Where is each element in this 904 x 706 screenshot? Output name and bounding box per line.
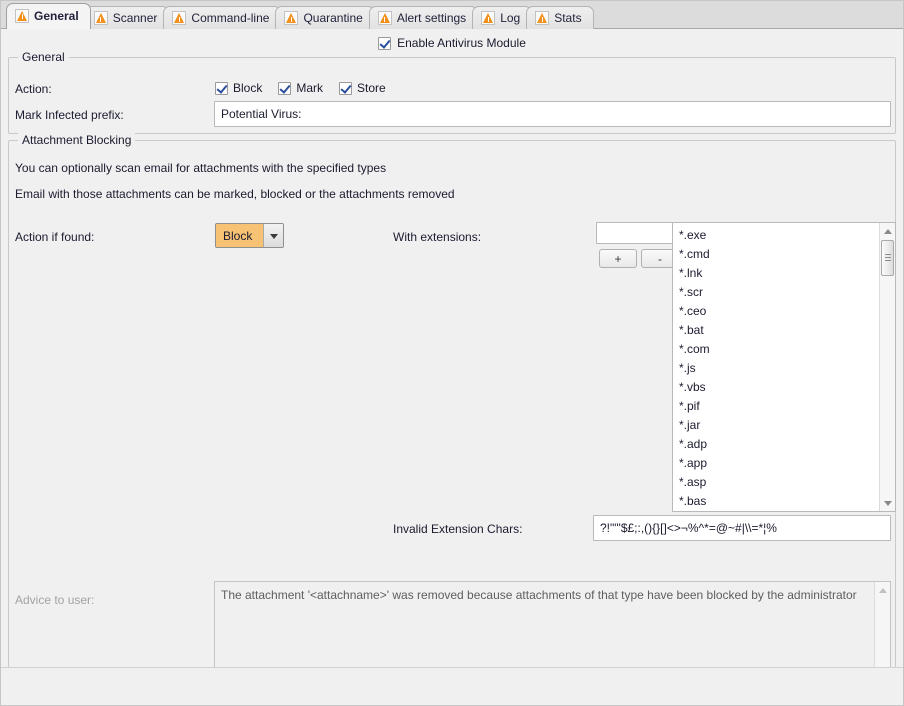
tab-label: Command-line bbox=[191, 12, 269, 24]
extensions-scrollbar[interactable] bbox=[879, 223, 895, 511]
attachment-blocking-group-title: Attachment Blocking bbox=[18, 133, 135, 147]
antivirus-settings-window: General Scanner Command-line Quarantine Aler… bbox=[0, 0, 904, 706]
action-checkbox-group: Block Mark Store bbox=[215, 81, 386, 95]
warning-triangle-icon bbox=[378, 11, 392, 25]
mark-infected-prefix-label: Mark Infected prefix: bbox=[15, 108, 124, 122]
tab-label: Quarantine bbox=[303, 12, 362, 24]
enable-antivirus-module-row[interactable]: Enable Antivirus Module bbox=[0, 36, 904, 50]
new-extension-input[interactable] bbox=[596, 222, 675, 244]
advice-scroll-up-arrow-icon[interactable] bbox=[875, 582, 890, 597]
extension-list-item[interactable]: *.ceo bbox=[679, 302, 879, 321]
tab-strip: General Scanner Command-line Quarantine Aler… bbox=[6, 3, 588, 29]
extension-list-item[interactable]: *.jar bbox=[679, 416, 879, 435]
add-extension-button-label: + bbox=[614, 252, 621, 266]
warning-triangle-icon bbox=[172, 11, 186, 25]
action-checkbox-block[interactable]: Block bbox=[215, 81, 262, 95]
add-extension-button[interactable]: + bbox=[599, 249, 637, 268]
extension-list-item[interactable]: *.lnk bbox=[679, 264, 879, 283]
invalid-extension-chars-input[interactable]: ?!""'$£;:,(){}[]<>¬%^*=@~#|\\=*¦% bbox=[593, 515, 891, 541]
scrollbar-thumb[interactable] bbox=[881, 240, 894, 276]
action-if-found-value: Block bbox=[216, 224, 263, 247]
with-extensions-label: With extensions: bbox=[393, 230, 481, 244]
general-group: General Action: Block Mark Store Mark In… bbox=[8, 57, 896, 134]
invalid-extension-chars-value: ?!""'$£;:,(){}[]<>¬%^*=@~#|\\=*¦% bbox=[600, 521, 777, 535]
action-checkbox-mark[interactable]: Mark bbox=[278, 81, 323, 95]
extension-list-item[interactable]: *.scr bbox=[679, 283, 879, 302]
extension-list-item[interactable]: *.vbs bbox=[679, 378, 879, 397]
tab-quarantine[interactable]: Quarantine bbox=[275, 6, 374, 29]
tab-alert-settings[interactable]: Alert settings bbox=[369, 6, 478, 29]
action-label: Action: bbox=[15, 82, 52, 96]
mark-infected-prefix-value: Potential Virus: bbox=[221, 107, 302, 121]
mark-label: Mark bbox=[296, 81, 323, 95]
tab-label: Alert settings bbox=[397, 12, 466, 24]
tab-scanner[interactable]: Scanner bbox=[85, 6, 170, 29]
enable-antivirus-module-checkbox[interactable] bbox=[378, 37, 391, 50]
attachment-blocking-group: Attachment Blocking You can optionally s… bbox=[8, 140, 896, 697]
action-if-found-label: Action if found: bbox=[15, 230, 94, 244]
store-label: Store bbox=[357, 81, 386, 95]
attachment-description-line-2: Email with those attachments can be mark… bbox=[15, 187, 455, 201]
advice-to-user-label: Advice to user: bbox=[15, 593, 94, 607]
extension-list-item[interactable]: *.asp bbox=[679, 473, 879, 492]
extensions-listbox[interactable]: *.exe*.cmd*.lnk*.scr*.ceo*.bat*.com*.js*… bbox=[672, 222, 896, 512]
tab-bar: General Scanner Command-line Quarantine Aler… bbox=[0, 0, 904, 29]
tab-log[interactable]: Log bbox=[472, 6, 532, 29]
warning-triangle-icon bbox=[94, 11, 108, 25]
tab-label: General bbox=[34, 10, 79, 22]
mark-infected-prefix-input[interactable]: Potential Virus: bbox=[214, 101, 891, 127]
extension-list-item[interactable]: *.com bbox=[679, 340, 879, 359]
extension-list-item[interactable]: *.bat bbox=[679, 321, 879, 340]
tab-stats[interactable]: Stats bbox=[526, 6, 593, 29]
scroll-up-arrow-icon[interactable] bbox=[880, 223, 895, 238]
tab-label: Stats bbox=[554, 12, 581, 24]
tab-general[interactable]: General bbox=[6, 3, 91, 29]
mark-checkbox[interactable] bbox=[278, 82, 291, 95]
block-checkbox[interactable] bbox=[215, 82, 228, 95]
warning-triangle-icon bbox=[535, 11, 549, 25]
warning-triangle-icon bbox=[481, 11, 495, 25]
tab-content-general: Enable Antivirus Module General Action: … bbox=[0, 29, 904, 706]
advice-to-user-value: The attachment '<attachname>' was remove… bbox=[221, 587, 870, 603]
bottom-bar bbox=[0, 667, 904, 706]
extension-list-item[interactable]: *.adp bbox=[679, 435, 879, 454]
scroll-down-arrow-icon[interactable] bbox=[880, 496, 895, 511]
remove-extension-button-label: - bbox=[658, 252, 662, 266]
action-if-found-dropdown[interactable]: Block bbox=[215, 223, 284, 248]
attachment-description-line-1: You can optionally scan email for attach… bbox=[15, 161, 386, 175]
chevron-down-icon[interactable] bbox=[263, 224, 283, 247]
tab-command-line[interactable]: Command-line bbox=[163, 6, 281, 29]
extension-list-item[interactable]: *.js bbox=[679, 359, 879, 378]
extension-list-item[interactable]: *.app bbox=[679, 454, 879, 473]
extension-list-item[interactable]: *.cmd bbox=[679, 245, 879, 264]
block-label: Block bbox=[233, 81, 262, 95]
invalid-extension-chars-label: Invalid Extension Chars: bbox=[393, 522, 522, 536]
tab-label: Log bbox=[500, 12, 520, 24]
extension-list-item[interactable]: *.pif bbox=[679, 397, 879, 416]
action-checkbox-store[interactable]: Store bbox=[339, 81, 386, 95]
warning-triangle-icon bbox=[15, 9, 29, 23]
extension-list-item[interactable]: *.bas bbox=[679, 492, 879, 511]
store-checkbox[interactable] bbox=[339, 82, 352, 95]
enable-antivirus-module-label: Enable Antivirus Module bbox=[397, 36, 526, 50]
extension-list-item[interactable]: *.exe bbox=[679, 226, 879, 245]
general-group-title: General bbox=[18, 50, 69, 64]
tab-label: Scanner bbox=[113, 12, 158, 24]
extensions-list-items: *.exe*.cmd*.lnk*.scr*.ceo*.bat*.com*.js*… bbox=[673, 223, 879, 511]
warning-triangle-icon bbox=[284, 11, 298, 25]
